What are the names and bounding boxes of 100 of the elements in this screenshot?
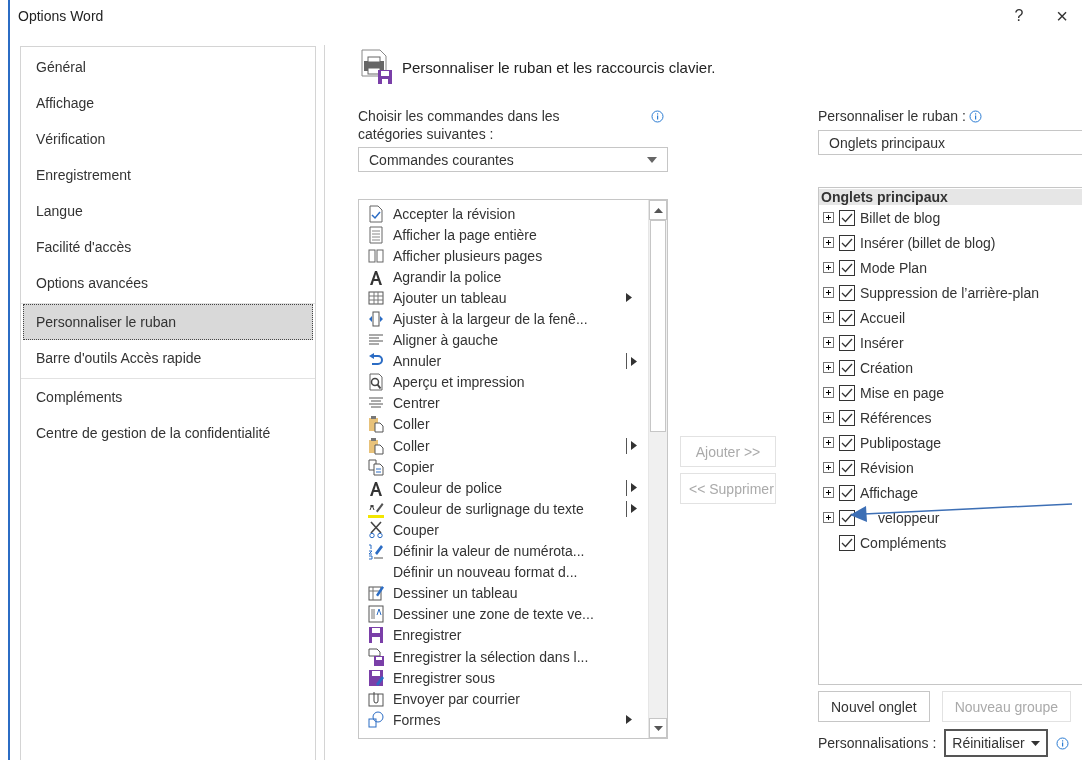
- sidebar-item[interactable]: Options avancées: [23, 265, 313, 301]
- command-item[interactable]: Copier: [393, 458, 626, 475]
- fit-width-icon: [368, 310, 384, 328]
- command-item[interactable]: Définir un nouveau format d...: [393, 564, 626, 581]
- scroll-down-icon[interactable]: [653, 725, 663, 731]
- ribbon-tab-item[interactable]: veloppeur: [878, 509, 940, 526]
- sidebar-item[interactable]: Enregistrement: [23, 157, 313, 193]
- sidebar-item[interactable]: Facilité d'accès: [23, 229, 313, 265]
- ribbon-tab-item[interactable]: Accueil: [860, 309, 906, 326]
- expand-icon[interactable]: [823, 512, 834, 523]
- expand-icon[interactable]: [823, 437, 834, 448]
- expand-icon[interactable]: [823, 387, 834, 398]
- info-icon: [1055, 736, 1069, 750]
- checkbox[interactable]: [839, 234, 855, 251]
- expand-icon[interactable]: [823, 212, 834, 223]
- scrollbar[interactable]: [648, 200, 667, 738]
- ribbon-tab-item[interactable]: Publipostage: [860, 434, 941, 451]
- ribbon-tab-item[interactable]: Références: [860, 409, 932, 426]
- sidebar-item[interactable]: Centre de gestion de la confidentialité: [23, 415, 313, 451]
- expand-icon[interactable]: [823, 337, 834, 348]
- command-item[interactable]: Agrandir la police: [393, 268, 626, 285]
- ribbon-tab-item[interactable]: Insérer: [860, 334, 904, 351]
- ribbon-label: Personnaliser le ruban :: [818, 108, 966, 124]
- ribbon-tab-item[interactable]: Insérer (billet de blog): [860, 234, 996, 251]
- checkbox[interactable]: [839, 534, 855, 551]
- ribbon-tab-item[interactable]: Billet de blog: [860, 209, 941, 226]
- checkbox[interactable]: [839, 284, 855, 301]
- command-item[interactable]: Aligner à gauche: [393, 332, 626, 349]
- command-item[interactable]: Afficher plusieurs pages: [393, 247, 626, 264]
- checkbox[interactable]: [839, 309, 855, 326]
- checkbox[interactable]: [839, 359, 855, 376]
- sidebar-item[interactable]: Langue: [23, 193, 313, 229]
- command-item[interactable]: Dessiner une zone de texte ve...: [393, 606, 626, 623]
- checkbox[interactable]: [839, 209, 855, 226]
- expand-icon[interactable]: [823, 312, 834, 323]
- caret-icon: [1030, 740, 1040, 746]
- checkbox[interactable]: [839, 384, 855, 401]
- command-item[interactable]: Enregistrer sous: [393, 669, 626, 686]
- ribbon-tab-item[interactable]: Mode Plan: [860, 259, 927, 276]
- checkbox[interactable]: [839, 509, 855, 526]
- category-dropdown[interactable]: Commandes courantes: [358, 147, 668, 172]
- scroll-up-icon[interactable]: [653, 207, 663, 213]
- help-button[interactable]: ?: [996, 0, 1042, 32]
- shapes-icon: [368, 710, 384, 729]
- checkbox[interactable]: [839, 334, 855, 351]
- ribbon-tab-item[interactable]: Révision: [860, 459, 914, 476]
- command-item[interactable]: Coller: [393, 437, 626, 454]
- checkbox[interactable]: [839, 484, 855, 501]
- expand-icon[interactable]: [823, 362, 834, 373]
- command-item[interactable]: Aperçu et impression: [393, 374, 626, 391]
- new-tab-button[interactable]: Nouvel onglet: [818, 691, 930, 722]
- expand-icon[interactable]: [823, 462, 834, 473]
- expand-icon[interactable]: [823, 237, 834, 248]
- expand-icon[interactable]: [823, 287, 834, 298]
- mail-icon: [368, 689, 384, 708]
- command-item[interactable]: Centrer: [393, 395, 626, 412]
- command-item[interactable]: Couleur de surlignage du texte: [393, 500, 626, 517]
- split-divider: [626, 437, 627, 454]
- split-divider: [626, 500, 627, 517]
- command-item[interactable]: Formes: [393, 711, 626, 728]
- checkbox[interactable]: [839, 259, 855, 276]
- expand-icon[interactable]: [823, 412, 834, 423]
- command-item[interactable]: Définir la valeur de numérota...: [393, 543, 626, 560]
- sidebar-item[interactable]: Vérification: [23, 121, 313, 157]
- command-item[interactable]: Envoyer par courrier: [393, 690, 626, 707]
- expand-icon[interactable]: [823, 262, 834, 273]
- checkbox[interactable]: [839, 459, 855, 476]
- command-item[interactable]: Enregistrer: [393, 627, 626, 644]
- sidebar-item[interactable]: Général: [23, 49, 313, 85]
- sidebar-item[interactable]: Barre d'outils Accès rapide: [23, 340, 313, 376]
- checkbox[interactable]: [839, 409, 855, 426]
- printer-icon: [358, 49, 394, 85]
- ribbon-tab-item[interactable]: Mise en page: [860, 384, 945, 401]
- command-item[interactable]: Annuler: [393, 353, 626, 370]
- checkbox[interactable]: [839, 434, 855, 451]
- reset-button[interactable]: Réinitialiser: [944, 729, 1048, 757]
- command-item[interactable]: Couleur de police: [393, 479, 626, 496]
- sidebar-item[interactable]: Affichage: [23, 85, 313, 121]
- command-item[interactable]: Ajouter un tableau: [393, 289, 626, 306]
- sidebar-item[interactable]: Personnaliser le ruban: [23, 304, 313, 340]
- command-item[interactable]: Coller: [393, 416, 626, 433]
- command-item[interactable]: Accepter la révision: [393, 205, 626, 222]
- close-button[interactable]: ×: [1042, 0, 1082, 32]
- command-item[interactable]: Enregistrer la sélection dans l...: [393, 648, 626, 665]
- magnifier-icon: [368, 373, 384, 392]
- sidebar-item[interactable]: Compléments: [23, 379, 313, 415]
- ribbon-dropdown[interactable]: Onglets principaux: [818, 130, 1082, 155]
- expand-icon[interactable]: [823, 487, 834, 498]
- two-pages-icon: [368, 246, 384, 265]
- scroll-thumb[interactable]: [650, 220, 666, 432]
- command-item[interactable]: Ajuster à la largeur de la fenê...: [393, 311, 626, 327]
- ribbon-tab-item[interactable]: Suppression de l’arrière-plan: [860, 284, 1039, 301]
- ribbon-tab-item[interactable]: Compléments: [860, 534, 947, 551]
- ribbon-tab-item[interactable]: Création: [860, 359, 913, 376]
- page-icon: [368, 225, 384, 244]
- command-item[interactable]: Dessiner un tableau: [393, 585, 626, 602]
- copy-icon: [368, 457, 384, 476]
- command-item[interactable]: Afficher la page entière: [393, 226, 626, 243]
- ribbon-tab-item[interactable]: Affichage: [860, 484, 919, 501]
- command-item[interactable]: Couper: [393, 521, 626, 538]
